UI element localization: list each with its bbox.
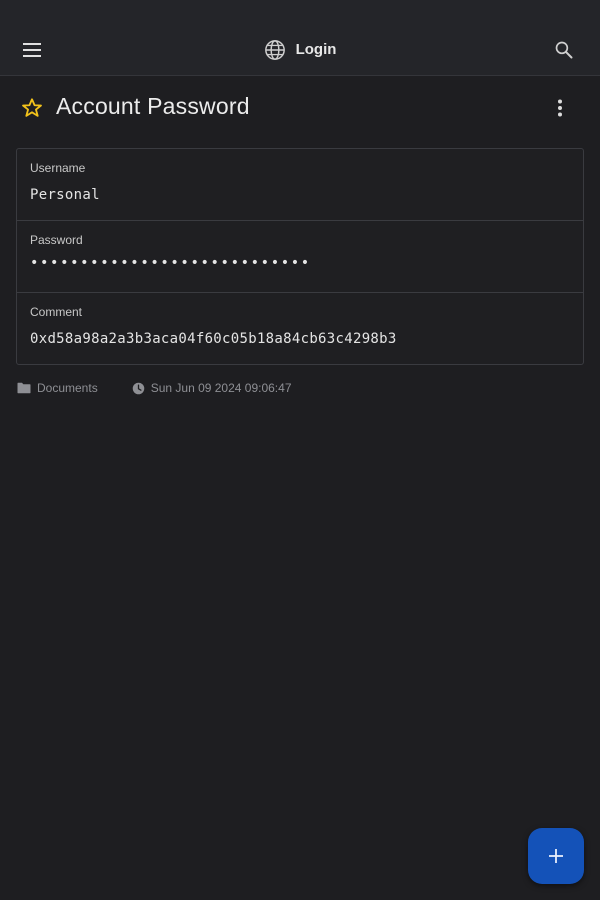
field-label: Username xyxy=(30,161,86,175)
menu-button[interactable] xyxy=(12,30,52,70)
folder-name: Documents xyxy=(37,381,98,395)
clock-icon xyxy=(132,382,144,394)
search-button[interactable] xyxy=(544,30,584,70)
modified-date: Sun Jun 09 2024 09:06:47 xyxy=(132,381,292,395)
field-label: Comment xyxy=(30,305,83,319)
field-value: •••••••••••••••••••••••••••• xyxy=(30,255,311,271)
entry-metadata: Documents Sun Jun 09 2024 09:06:47 xyxy=(17,380,292,396)
username-field[interactable]: Username Personal xyxy=(17,149,583,221)
app-bar-title-group: Login xyxy=(0,24,600,75)
entry-header: Account Password xyxy=(0,76,600,140)
plus-icon xyxy=(549,849,563,863)
entry-fields: Username Personal Password •••••••••••••… xyxy=(16,148,584,365)
folder-link[interactable]: Documents xyxy=(17,381,98,395)
app-bar-title: Login xyxy=(295,41,337,58)
search-icon xyxy=(555,41,573,59)
star-outline-icon xyxy=(22,98,42,117)
more-vertical-icon xyxy=(558,99,562,117)
field-label: Password xyxy=(30,233,83,247)
favorite-button[interactable] xyxy=(16,92,48,124)
folder-icon xyxy=(17,382,31,394)
field-value: 0xd58a98a2a3b3aca04f60c05b18a84cb63c4298… xyxy=(30,331,397,347)
globe-icon xyxy=(264,39,285,60)
timestamp: Sun Jun 09 2024 09:06:47 xyxy=(150,381,292,395)
field-value: Personal xyxy=(30,187,100,203)
comment-field[interactable]: Comment 0xd58a98a2a3b3aca04f60c05b18a84c… xyxy=(17,293,583,364)
app-bar: Login xyxy=(0,24,600,76)
status-bar xyxy=(0,0,600,24)
page-title: Account Password xyxy=(56,93,250,119)
more-options-button[interactable] xyxy=(544,88,576,128)
add-button[interactable] xyxy=(528,828,584,884)
menu-icon xyxy=(23,43,41,57)
password-field[interactable]: Password •••••••••••••••••••••••••••• xyxy=(17,221,583,293)
